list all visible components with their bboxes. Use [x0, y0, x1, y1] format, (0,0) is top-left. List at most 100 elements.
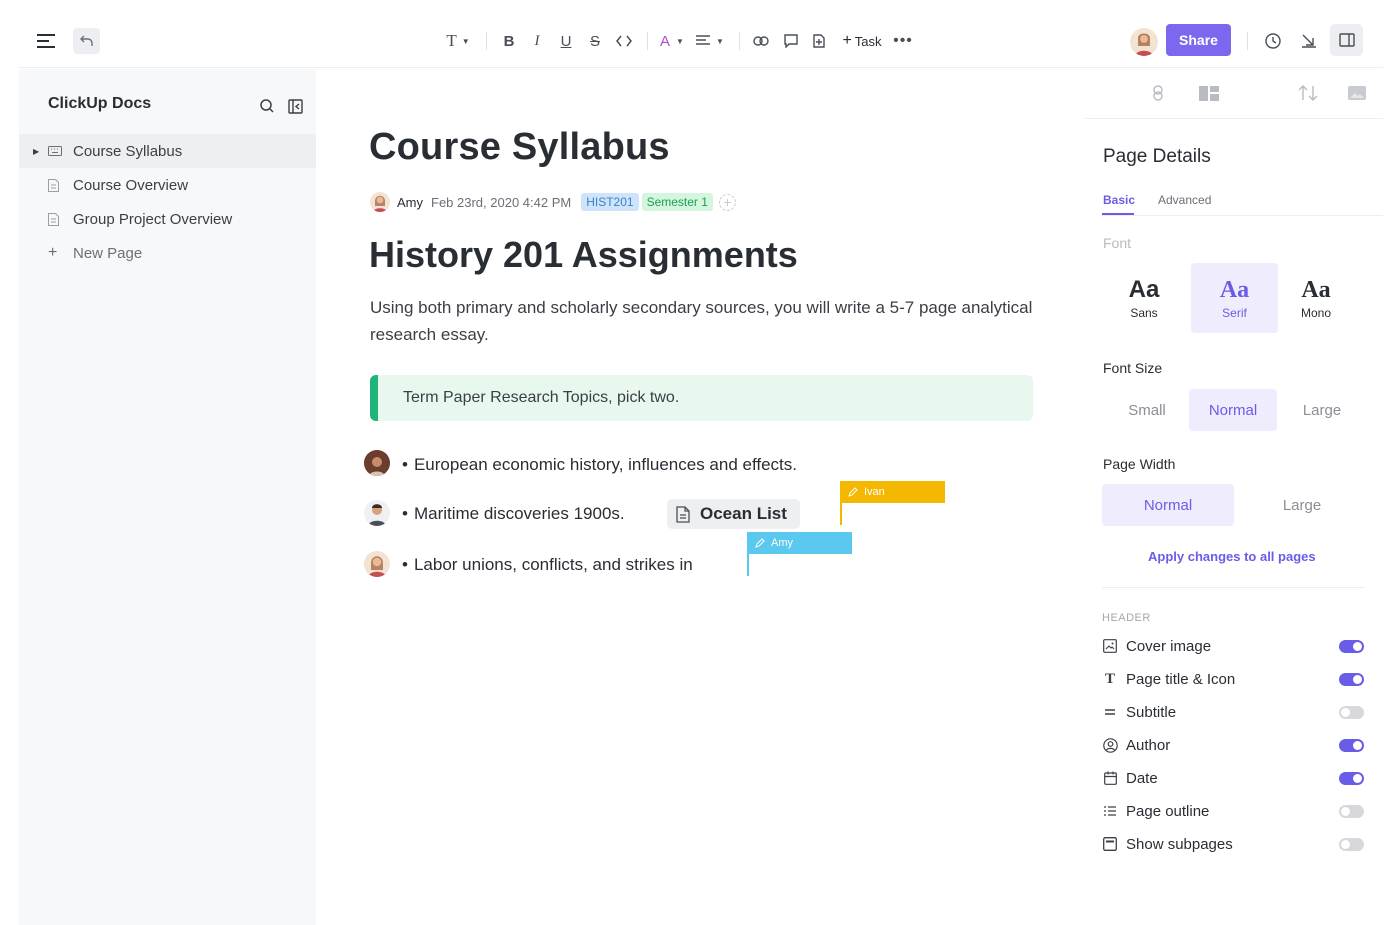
callout-block[interactable]: Term Paper Research Topics, pick two.: [370, 375, 1033, 421]
comment-icon[interactable]: [780, 30, 802, 52]
cursor-caret-ivan: [840, 503, 842, 525]
undo-icon[interactable]: [73, 28, 100, 54]
add-task-button[interactable]: + Task: [839, 30, 885, 52]
collaborator-cursor-amy: Amy: [747, 532, 852, 554]
toggle-row-show-subpages: Show subpages: [1102, 833, 1364, 855]
font-sample: Aa: [1301, 276, 1331, 303]
font-name: Mono: [1300, 305, 1332, 320]
share-button[interactable]: Share: [1166, 24, 1231, 56]
tag-hist201[interactable]: HIST201: [581, 193, 639, 211]
author-name[interactable]: Amy: [397, 195, 423, 210]
font-size-normal[interactable]: Normal: [1189, 389, 1277, 431]
toggle-row-subtitle: Subtitle: [1102, 701, 1364, 723]
font-option-serif[interactable]: Aa Serif: [1191, 263, 1278, 333]
chevron-down-icon: ▼: [461, 36, 470, 46]
toggle-label: Subtitle: [1126, 703, 1177, 721]
list-icon: [1102, 803, 1118, 819]
italic-button[interactable]: I: [527, 30, 547, 52]
option-label: Normal: [1208, 401, 1258, 419]
menu-icon[interactable]: [36, 32, 56, 50]
collapse-sidebar-icon[interactable]: [287, 98, 303, 114]
list-item[interactable]: • Labor unions, conflicts, and strikes in: [402, 555, 693, 575]
strikethrough-button[interactable]: S: [585, 30, 605, 52]
add-tag-icon[interactable]: [718, 193, 736, 211]
date-toggle[interactable]: [1339, 771, 1364, 785]
chevron-down-icon: ▼: [676, 36, 684, 46]
font-option-sans[interactable]: Aa Sans: [1102, 263, 1186, 333]
section-heading[interactable]: History 201 Assignments: [369, 234, 798, 276]
sidebar-item-group-project-overview[interactable]: Group Project Overview: [19, 202, 316, 236]
align-button[interactable]: ▼: [693, 30, 727, 52]
toggle-label: Author: [1126, 736, 1171, 754]
search-icon[interactable]: [259, 98, 275, 114]
document-icon: [676, 505, 690, 523]
font-size-label: Font Size: [1103, 360, 1163, 376]
list-item-text: Maritime discoveries 1900s.: [413, 504, 625, 523]
apply-all-pages-link[interactable]: Apply changes to all pages: [1148, 549, 1316, 564]
collaborator-avatar[interactable]: [364, 551, 390, 577]
text-color-glyph: A: [660, 32, 671, 50]
ocean-list-chip[interactable]: Ocean List: [667, 499, 800, 529]
list-item[interactable]: • Maritime discoveries 1900s.: [402, 504, 625, 524]
sidebar-item-new-page[interactable]: + New Page: [19, 236, 316, 270]
list-item[interactable]: • European economic history, influences a…: [402, 455, 797, 475]
font-name: Serif: [1222, 305, 1247, 320]
align-left-icon: [696, 35, 711, 45]
underline-button[interactable]: U: [556, 30, 576, 52]
pencil-icon: [755, 538, 765, 548]
subtitle-icon: [1102, 704, 1118, 720]
body-paragraph[interactable]: Using both primary and scholarly seconda…: [370, 294, 1040, 348]
page-width-large[interactable]: Large: [1236, 484, 1368, 526]
bold-button[interactable]: B: [499, 30, 519, 52]
history-icon[interactable]: [1262, 30, 1284, 52]
tab-advanced[interactable]: Advanced: [1158, 193, 1211, 207]
tag-semester-1[interactable]: Semester 1: [641, 193, 713, 211]
page-width-normal[interactable]: Normal: [1102, 484, 1234, 526]
toggle-row-cover-image: Cover image: [1102, 635, 1364, 657]
page-title-toggle[interactable]: [1339, 672, 1364, 686]
bullet-dot: •: [402, 504, 408, 523]
collaborator-avatar[interactable]: [364, 500, 390, 526]
panel-toggle-icon[interactable]: [1330, 24, 1363, 56]
collapse-arrow-icon[interactable]: [1298, 30, 1320, 52]
link-icon[interactable]: [1151, 85, 1165, 101]
cursor-name: Ivan: [864, 486, 885, 498]
user-circle-icon: [1102, 737, 1118, 753]
page-icon: [48, 178, 59, 192]
image-icon: [1102, 638, 1118, 654]
image-icon[interactable]: [1348, 86, 1366, 100]
show-subpages-toggle[interactable]: [1339, 837, 1364, 851]
toolbar-divider: [1247, 32, 1248, 50]
toolbar-divider: [739, 32, 740, 50]
panel-icon-bar: [1085, 69, 1383, 119]
add-task-label: Task: [854, 33, 882, 49]
subpages-icon: [1102, 836, 1118, 852]
font-size-large[interactable]: Large: [1278, 389, 1366, 431]
layout-icon[interactable]: [1199, 86, 1219, 101]
user-avatar[interactable]: [1130, 28, 1158, 56]
subtitle-toggle[interactable]: [1339, 705, 1364, 719]
font-option-mono[interactable]: Aa Mono: [1274, 263, 1358, 333]
sidebar-item-course-syllabus[interactable]: ▶ Course Syllabus: [19, 134, 316, 168]
sidebar-item-label: Group Project Overview: [73, 210, 233, 228]
link-icon[interactable]: [750, 30, 772, 52]
sort-icon[interactable]: [1298, 85, 1318, 101]
font-size-small[interactable]: Small: [1102, 389, 1192, 431]
option-label: Small: [1128, 401, 1166, 419]
page-outline-toggle[interactable]: [1339, 804, 1364, 818]
toggle-label: Show subpages: [1126, 835, 1233, 853]
doc-meta: Amy Feb 23rd, 2020 4:42 PM HIST201 Semes…: [370, 190, 736, 214]
add-page-icon[interactable]: [808, 30, 830, 52]
caret-right-icon[interactable]: ▶: [33, 147, 39, 156]
more-options-icon[interactable]: •••: [893, 30, 913, 52]
sidebar-item-course-overview[interactable]: Course Overview: [19, 168, 316, 202]
page-title[interactable]: Course Syllabus: [369, 126, 670, 169]
tab-basic[interactable]: Basic: [1103, 193, 1135, 207]
text-style-button[interactable]: T ▼: [443, 30, 473, 52]
author-toggle[interactable]: [1339, 738, 1364, 752]
code-icon[interactable]: [613, 30, 635, 52]
cover-image-toggle[interactable]: [1339, 639, 1364, 653]
collaborator-avatar[interactable]: [364, 450, 390, 476]
sidebar-item-label: Course Overview: [73, 176, 189, 194]
text-color-button[interactable]: A ▼: [655, 30, 689, 52]
